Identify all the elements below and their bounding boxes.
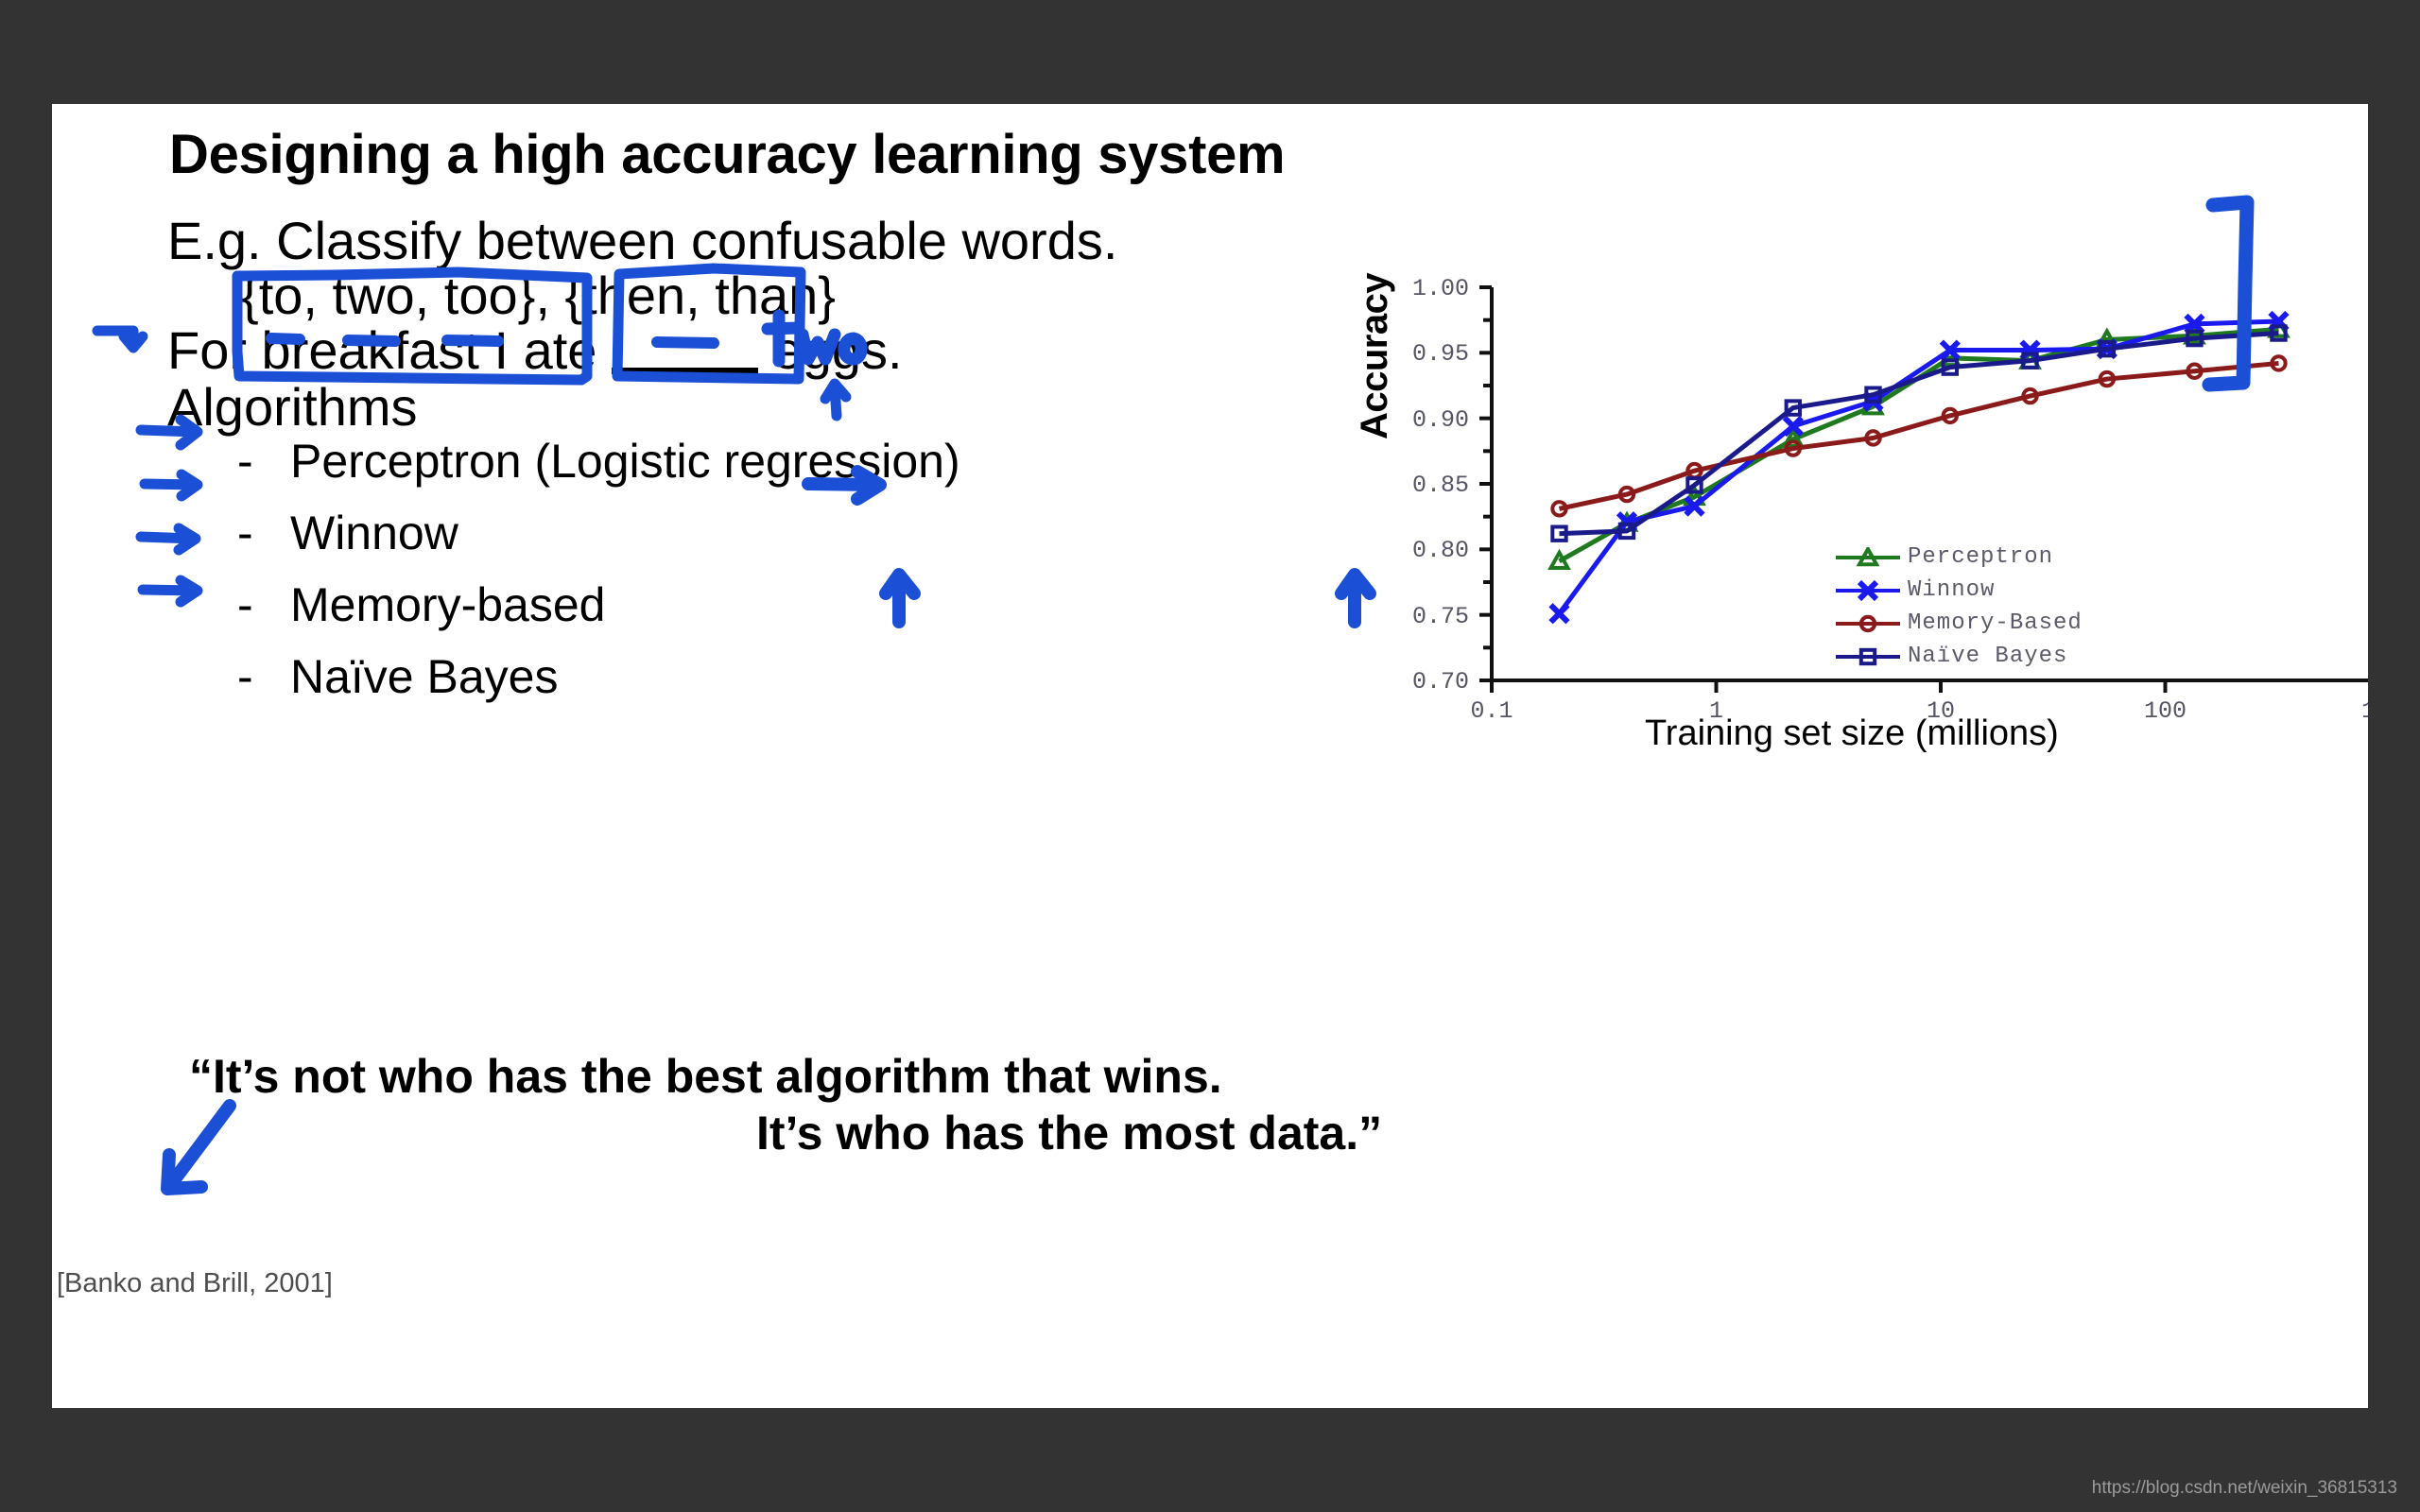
x-tick-label: 0.1 xyxy=(1470,697,1513,725)
breakfast-sentence: For breakfast I ate eggs. xyxy=(167,317,903,381)
series-na-ve-bayes xyxy=(1550,324,2288,542)
legend-item: Memory-Based xyxy=(1834,610,2083,644)
citation: [Banko and Brill, 2001] xyxy=(57,1268,333,1298)
legend-item: Winnow xyxy=(1834,577,2083,610)
y-tick-label: 1.00 xyxy=(1411,275,1469,302)
algorithm-label: Winnow xyxy=(290,507,458,559)
breakfast-suffix: eggs. xyxy=(757,320,903,380)
arrow-up-to-1000-tick xyxy=(1335,568,1376,628)
breakfast-prefix: For breakfast I ate xyxy=(167,320,612,380)
x-tick-label: 1 xyxy=(1708,697,1723,725)
arrow-to-for-breakfast xyxy=(92,325,139,352)
arrow-up-to-blank xyxy=(820,378,852,421)
legend-label: Winnow xyxy=(1908,577,1996,603)
algorithm-label: Naïve Bayes xyxy=(290,650,559,703)
y-tick-label: 0.90 xyxy=(1411,405,1469,434)
algorithm-label: Perceptron (Logistic regression) xyxy=(290,435,960,488)
arrow-to-memory-based xyxy=(135,523,201,556)
algorithm-list: - Perceptron (Logistic regression) - Win… xyxy=(237,435,960,722)
list-bullet-dash: - xyxy=(237,435,253,488)
list-item: - Memory-based xyxy=(237,578,960,631)
arrow-to-for-breakfast-head xyxy=(118,331,148,353)
legend-item: Perceptron xyxy=(1834,544,2083,577)
y-tick-label: 0.80 xyxy=(1411,537,1469,565)
list-item: - Winnow xyxy=(237,507,960,559)
slide-canvas: Designing a high accuracy learning syste… xyxy=(52,104,2368,1408)
arrow-to-winnow xyxy=(139,469,203,502)
legend-key-triangle-icon xyxy=(1834,544,1902,568)
list-item: - Perceptron (Logistic regression) xyxy=(237,435,960,488)
accuracy-vs-training-size-chart: Accuracy Training set size (millions) 0.… xyxy=(1354,273,2368,765)
list-bullet-dash: - xyxy=(237,578,253,631)
page-title: Designing a high accuracy learning syste… xyxy=(169,124,1286,185)
algorithm-label: Memory-based xyxy=(290,578,606,631)
quote-line-2: It’s who has the most data.” xyxy=(756,1107,1383,1160)
arrow-down-left-to-citation xyxy=(161,1099,236,1195)
y-tick-label: 0.75 xyxy=(1411,602,1469,630)
x-tick-label: 1000 xyxy=(2338,697,2368,725)
list-bullet-dash: - xyxy=(237,507,253,559)
x-tick-label: 10 xyxy=(1926,697,1955,725)
series-perceptron xyxy=(1547,317,2290,571)
chart-plot-area xyxy=(1479,285,2368,693)
chart-legend: Perceptron Winnow Memory-Based Naïve Bayes xyxy=(1834,544,2083,677)
legend-key-x-icon xyxy=(1834,579,1902,601)
legend-label: Perceptron xyxy=(1908,544,2054,570)
watermark: https://blog.csdn.net/weixin_36815313 xyxy=(2091,1478,2397,1498)
x-tick-label: 100 xyxy=(2143,697,2187,725)
algorithms-heading: Algorithms xyxy=(167,377,418,437)
y-tick-label: 0.95 xyxy=(1411,340,1469,369)
screenshot-root: Designing a high accuracy learning syste… xyxy=(0,0,2420,1512)
y-tick-label: 0.70 xyxy=(1411,668,1469,696)
arrow-to-naive-bayes xyxy=(137,575,203,608)
fill-in-blank xyxy=(611,317,758,374)
legend-label: Memory-Based xyxy=(1908,610,2083,636)
list-item: - Naïve Bayes xyxy=(237,650,960,703)
legend-key-square-icon xyxy=(1834,646,1902,667)
quote-line-1: “It’s not who has the best algorithm tha… xyxy=(189,1050,1222,1103)
legend-item: Naïve Bayes xyxy=(1834,644,2083,677)
legend-key-circle-icon xyxy=(1834,613,1902,634)
y-tick-label: 0.85 xyxy=(1411,472,1469,499)
list-bullet-dash: - xyxy=(237,650,253,703)
legend-label: Naïve Bayes xyxy=(1908,644,2068,669)
example-line: E.g. Classify between confusable words. xyxy=(167,211,1118,270)
